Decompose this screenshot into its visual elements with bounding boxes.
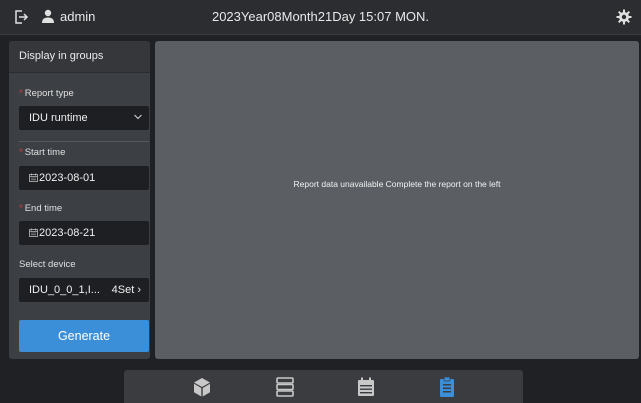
select-device-label: Select device [19,259,76,270]
start-time-label: * Start time [19,147,66,158]
report-form-panel: Display in groups * Report type IDU runti… [9,41,150,359]
top-bar: admin 2023Year08Month21Day 15:07 MON. [0,0,641,35]
list-icon[interactable] [274,376,296,398]
required-mark: * [19,203,23,214]
end-time-label: * End time [19,203,63,214]
required-mark: * [19,147,23,158]
required-mark: * [19,88,23,99]
report-type-select[interactable]: IDU runtime [19,106,149,130]
empty-message: Report data unavailable Complete the rep… [293,179,501,189]
report-display-area: Report data unavailable Complete the rep… [155,41,639,359]
device-count: 4Set › [111,284,141,296]
select-device-field[interactable]: IDU_0_0_1,I... 4Set › [19,278,149,302]
report-icon[interactable] [436,376,458,398]
end-time-value: 2023-08-21 [39,227,96,239]
panel-title: Display in groups [9,41,150,73]
generate-button[interactable]: Generate [19,320,149,352]
calendar-icon[interactable] [355,376,377,398]
report-type-label: * Report type [19,88,74,99]
end-time-field[interactable]: 2023-08-21 [19,221,149,245]
calendar-icon [29,173,38,182]
chevron-down-icon [134,114,142,120]
report-type-value: IDU runtime [29,112,88,124]
cube-icon[interactable] [191,376,213,398]
chevron-right-icon: › [134,284,141,296]
settings-icon[interactable] [616,9,632,25]
bottom-nav [124,370,523,403]
datetime: 2023Year08Month21Day 15:07 MON. [211,9,430,24]
calendar-icon [29,228,38,237]
start-time-value: 2023-08-01 [39,172,96,184]
start-time-field[interactable]: 2023-08-01 [19,166,149,190]
select-device-value: IDU_0_0_1,I... [29,284,100,296]
divider [19,141,149,142]
